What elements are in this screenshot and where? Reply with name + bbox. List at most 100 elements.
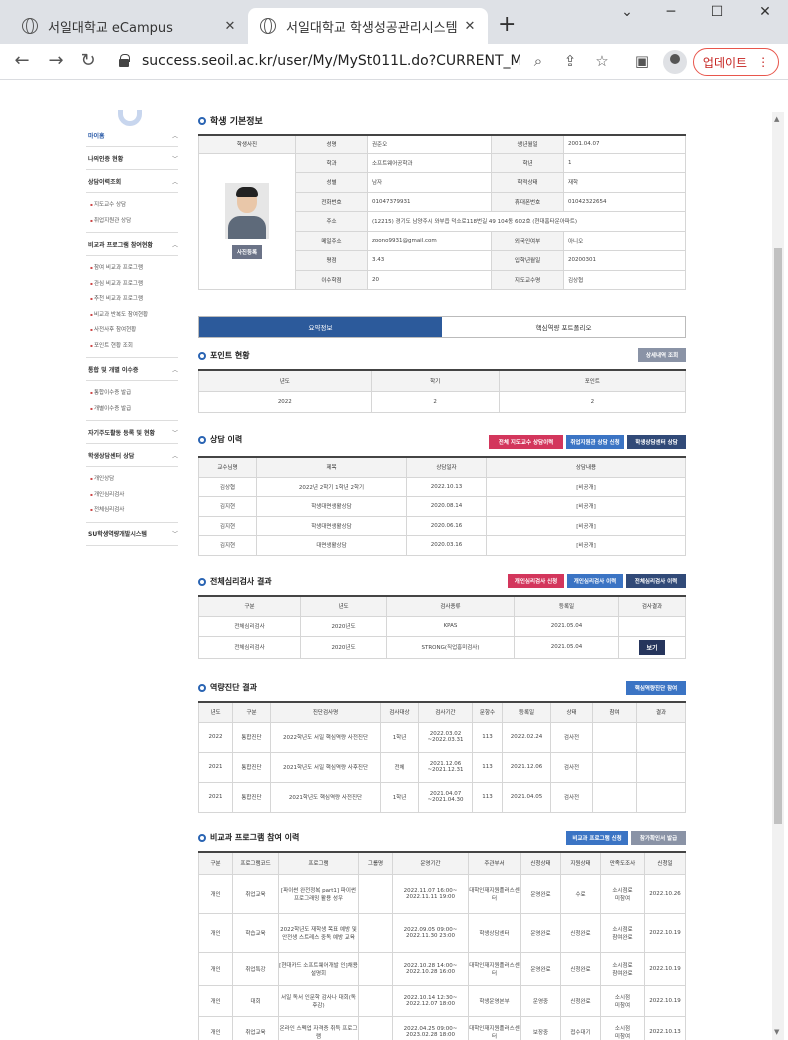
points-detail-button[interactable]: 상세내역 조회	[638, 348, 686, 362]
table-row[interactable]: 개인 취업교육 [파이썬 완전정복 part1] 파이썬 프로그래밍 활용 성우 20…	[198, 873, 686, 914]
table-row[interactable]: 김지현 학생대면생활상담 2020.06.16 [비공개]	[198, 515, 686, 536]
sidebar-item-program[interactable]: 비교과 프로그램 참여현황 ︿	[86, 233, 178, 256]
table-row[interactable]: 김상협 2022년 2학기 1학년 2학기 2022.10.13 [비공개]	[198, 476, 686, 497]
cell: 통합진단	[232, 721, 271, 753]
forward-icon[interactable]: →	[44, 50, 68, 71]
info-tabs: 요약정보 핵심역량 포트폴리오	[198, 316, 686, 338]
chevron-down-icon: ﹀	[171, 429, 178, 437]
minimize-icon[interactable]: ─	[656, 4, 686, 20]
table-row: 2022 2 2	[198, 390, 687, 413]
sidebar-item-cert[interactable]: 나의인증 현황 ﹀	[86, 147, 178, 170]
back-icon[interactable]: ←	[10, 50, 34, 71]
browser-tab-ecampus[interactable]: 서일대학교 eCampus ✕	[10, 8, 248, 44]
field-value: 2001.04.07	[563, 134, 686, 154]
sidebar-item-su[interactable]: SU학생역량개발시스템 ﹀	[86, 523, 178, 546]
sidebar-submenu: 개인상담 개인심리검사 전체심리검사	[86, 467, 178, 523]
section-title-text: 상담 이력	[210, 435, 243, 444]
close-icon[interactable]: ✕	[460, 19, 480, 34]
update-button[interactable]: 업데이트 ⋮	[693, 48, 779, 76]
sidebar-subitem[interactable]: 포인트 현황 조회	[90, 338, 178, 354]
photo-register-button[interactable]: 사진등록	[231, 245, 263, 260]
field-label: 성명	[295, 134, 368, 154]
table-row[interactable]: 개인 학습교육 2022학년도 재학생 목표 예방 및 안전생 스트레스 중독 예방…	[198, 912, 686, 953]
globe-icon	[22, 18, 38, 34]
close-window-icon[interactable]: ✕	[750, 4, 780, 20]
table-row[interactable]: 김지현 대면생활상담 2020.03.16 [비공개]	[198, 535, 686, 556]
sidebar-subitem[interactable]: 취업지원관 상담	[90, 213, 178, 229]
sidebar-item-center[interactable]: 학생상담센터 상담 ︿	[86, 444, 178, 467]
cell: [현대카드 소프트웨어개발 인]채용설명회	[278, 951, 359, 986]
sidebar-subitem[interactable]: 비교과 반복도 참여현황	[90, 307, 178, 323]
page-scrollbar[interactable]: ▲ ▼	[772, 112, 784, 1040]
cell: 전체	[380, 751, 419, 783]
table-row[interactable]: 개인 대회 서일 독서 인문학 감사나 대회(독후감) 2022.10.14 12:3…	[198, 984, 686, 1017]
table-row[interactable]: 개인 취업교육 온라인 스펙업 자격증 취득 프로그램 2022.04.25 09:0…	[198, 1015, 686, 1040]
browser-tab-success[interactable]: 서일대학교 학생성공관리시스템 ✕	[248, 8, 488, 44]
tab-portfolio[interactable]: 핵심역량 포트폴리오	[442, 317, 685, 337]
cell: 김상협	[198, 476, 257, 497]
sidebar-subitem[interactable]: 참여 비교과 프로그램	[90, 260, 178, 276]
sidebar-item-counsel[interactable]: 상담이력조회 ︿	[86, 170, 178, 193]
view-result-button[interactable]: 보기	[639, 639, 665, 655]
cell: 대학인재지원플러스센터	[468, 951, 521, 986]
col-header: 프로그램코드	[232, 851, 279, 875]
col-header: 참여	[592, 701, 637, 723]
counsel-history-button[interactable]: 전체 지도교수 상담이력	[489, 435, 563, 449]
chevron-up-icon: ︿	[171, 241, 178, 249]
field-label: 평점	[295, 250, 368, 271]
sidebar-item-certificate[interactable]: 통합 및 개별 이수증 ︿	[86, 358, 178, 381]
table-row[interactable]: 개인 취업특강 [현대카드 소프트웨어개발 인]채용설명회 2022.10.28 14…	[198, 951, 686, 986]
sidebar-item-selfactivity[interactable]: 자기주도활동 등록 및 현황 ﹀	[86, 421, 178, 444]
zoom-icon[interactable]: ⌕	[527, 52, 549, 70]
field-label: 이수학점	[295, 269, 368, 290]
cell: 보기	[618, 635, 686, 659]
new-tab-icon[interactable]: +	[498, 12, 516, 37]
sidebar-subitem[interactable]: 관심 비교과 프로그램	[90, 276, 178, 292]
sidebar-subitem[interactable]: 개인심리검사	[90, 487, 178, 503]
col-header: 포인트	[498, 369, 687, 392]
sidebar-subitem[interactable]: 지도교수 상담	[90, 197, 178, 213]
sidebar-subitem[interactable]: 사전사후 참여현황	[90, 322, 178, 338]
chevron-down-icon[interactable]: ⌄	[612, 4, 642, 20]
sidebar-subitem[interactable]: 전체심리검사	[90, 502, 178, 518]
sidebar-subitem[interactable]: 통합이수증 발급	[90, 385, 178, 401]
sidebar-subitem[interactable]: 추천 비교과 프로그램	[90, 291, 178, 307]
tab-summary[interactable]: 요약정보	[199, 317, 442, 337]
cell: 취업특강	[232, 951, 279, 986]
field-label: 성별	[295, 172, 368, 193]
field-value: 김상협	[563, 269, 686, 290]
psych-apply-button[interactable]: 개인심리검사 신청	[508, 574, 564, 588]
browser-tab-strip: 서일대학교 eCampus ✕ 서일대학교 학생성공관리시스템 ✕ + ⌄ ─ …	[0, 0, 788, 44]
table-row[interactable]: 김지현 학생대면생활상담 2020.08.14 [비공개]	[198, 496, 686, 517]
scroll-thumb[interactable]	[774, 248, 782, 824]
reload-icon[interactable]: ↻	[76, 50, 100, 71]
cell: 2022.10.19	[644, 984, 686, 1017]
sidebar-subitem[interactable]: 개별이수증 발급	[90, 401, 178, 417]
cell: 2022.10.13	[644, 1015, 686, 1040]
sidebar-item-label: 마이홈	[88, 132, 105, 140]
psych-history-button[interactable]: 개인심리검사 이력	[567, 574, 623, 588]
profile-avatar[interactable]	[663, 50, 687, 74]
col-header: 만족도조사	[600, 851, 645, 875]
cell: 2022.10.19	[644, 912, 686, 953]
program-apply-button[interactable]: 비교과 프로그램 신청	[566, 831, 628, 845]
competency-join-button[interactable]: 핵심역량진단 참여	[626, 681, 686, 695]
sidebar-subitem[interactable]: 개인상담	[90, 471, 178, 487]
center-counsel-button[interactable]: 학생상담센터 상담	[627, 435, 686, 449]
col-header: 구분	[198, 851, 233, 875]
cell: 2021.05.04	[514, 615, 619, 637]
cell: 2021.04.07 ~2021.04.30	[418, 781, 473, 813]
maximize-icon[interactable]: ☐	[702, 4, 732, 20]
sidebar-item-home[interactable]: 마이홈 ︿	[86, 124, 178, 147]
star-icon[interactable]: ☆	[591, 52, 613, 70]
all-psych-history-button[interactable]: 전체심리검사 이력	[626, 574, 686, 588]
job-counsel-apply-button[interactable]: 취업지원관 상담 신청	[566, 435, 624, 449]
address-bar[interactable]: success.seoil.ac.kr/user/My/MySt011L.do?…	[142, 53, 520, 69]
scroll-down-icon[interactable]: ▼	[774, 1028, 779, 1036]
cell: 113	[472, 751, 503, 783]
close-icon[interactable]: ✕	[220, 19, 240, 34]
share-icon[interactable]: ⇪	[559, 52, 581, 70]
certificate-issue-button[interactable]: 참가확인서 발급	[631, 831, 686, 845]
scroll-up-icon[interactable]: ▲	[774, 115, 779, 123]
sidepanel-icon[interactable]: ▣	[631, 52, 653, 70]
